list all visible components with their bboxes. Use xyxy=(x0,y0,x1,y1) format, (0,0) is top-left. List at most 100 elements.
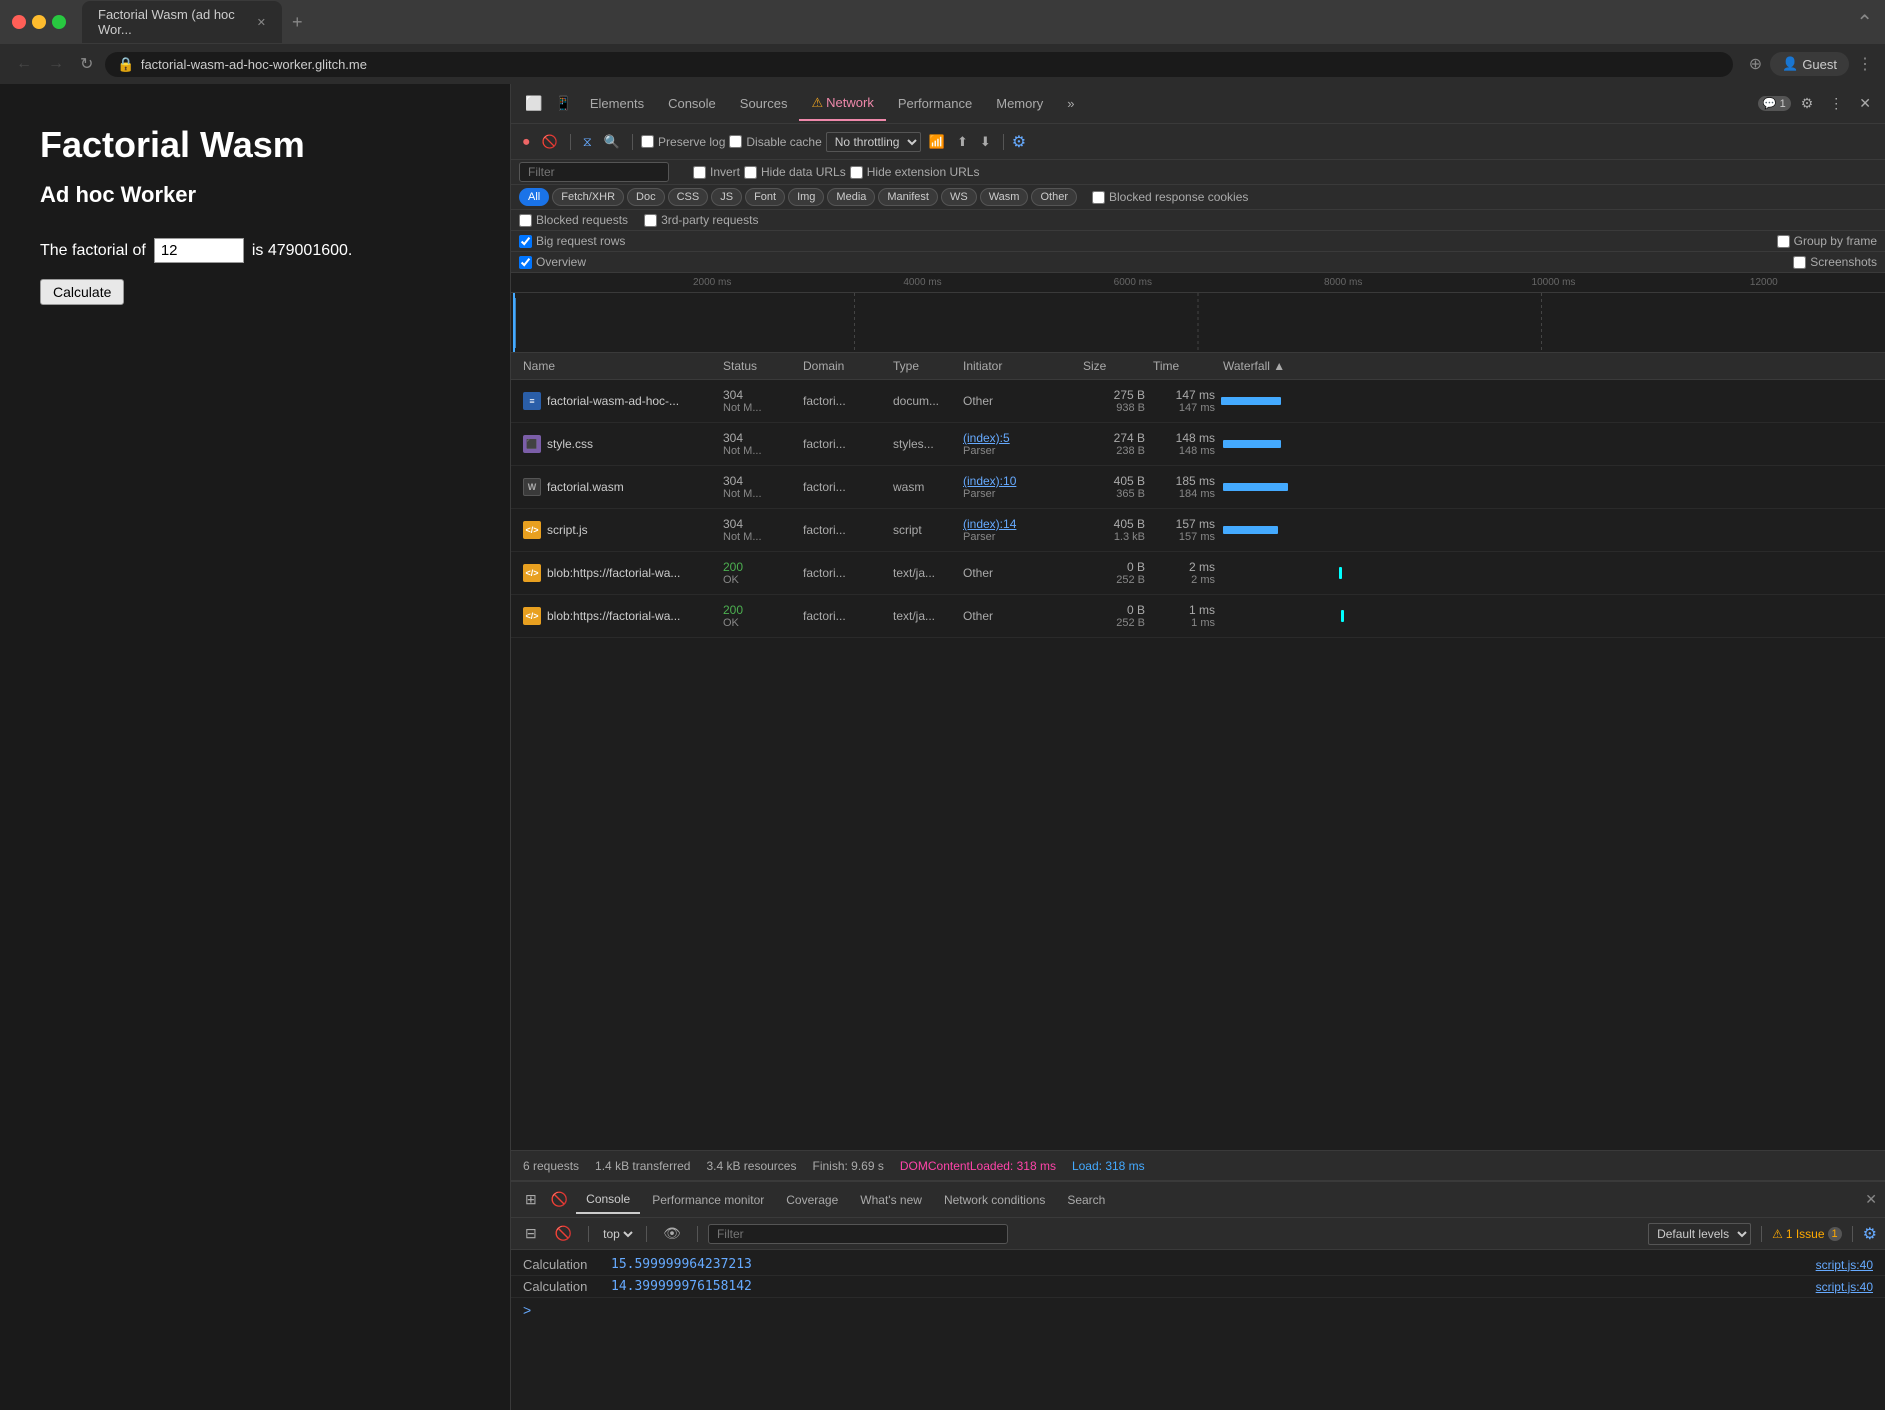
group-by-frame-checkbox[interactable]: Group by frame xyxy=(1777,234,1877,248)
filter-tag-manifest[interactable]: Manifest xyxy=(878,188,938,206)
tab-network[interactable]: ⚠Network xyxy=(799,87,885,121)
filter-tag-other[interactable]: Other xyxy=(1031,188,1077,206)
devtools-device-icon[interactable]: 📱 xyxy=(548,91,577,116)
reload-button[interactable]: ↻ xyxy=(76,52,97,76)
tab-bar: Factorial Wasm (ad hoc Wor... ✕ + xyxy=(82,1,1848,43)
console-tab-network-conditions[interactable]: Network conditions xyxy=(934,1187,1055,1213)
third-party-checkbox[interactable]: 3rd-party requests xyxy=(644,213,758,227)
console-clear-icon[interactable]: 🚫 xyxy=(545,1187,574,1212)
more-menu-button[interactable]: ⋮ xyxy=(1857,54,1873,74)
tab-more[interactable]: » xyxy=(1055,88,1086,119)
console-file-1[interactable]: script.js:40 xyxy=(1816,1258,1873,1272)
console-panel-close[interactable]: ✕ xyxy=(1865,1191,1877,1208)
search-icon[interactable]: 🔍 xyxy=(600,132,624,152)
preserve-log-checkbox[interactable]: Preserve log xyxy=(641,135,725,149)
new-tab-button[interactable]: + xyxy=(286,10,309,35)
filter-tag-ws[interactable]: WS xyxy=(941,188,977,206)
forward-button[interactable]: → xyxy=(44,53,68,75)
devtools-close-icon[interactable]: ✕ xyxy=(1853,91,1877,116)
col-waterfall[interactable]: Waterfall ▲ xyxy=(1219,357,1877,375)
cell-domain-2: factori... xyxy=(799,435,889,453)
console-filter-input[interactable] xyxy=(708,1224,1008,1244)
col-name[interactable]: Name xyxy=(519,357,719,375)
table-row[interactable]: ⬛ style.css 304 Not M... factori... styl… xyxy=(511,423,1885,466)
filter-tag-img[interactable]: Img xyxy=(788,188,824,206)
table-row[interactable]: </> blob:https://factorial-wa... 200 OK … xyxy=(511,552,1885,595)
console-tab-console[interactable]: Console xyxy=(576,1186,640,1214)
filter-tag-doc[interactable]: Doc xyxy=(627,188,665,206)
col-domain[interactable]: Domain xyxy=(799,357,889,375)
throttle-select[interactable]: No throttling Fast 3G Slow 3G Offline xyxy=(826,132,921,152)
hide-data-urls-checkbox[interactable]: Hide data URLs xyxy=(744,165,846,179)
window-minimize-icon[interactable]: ⌃ xyxy=(1856,10,1873,35)
blocked-requests-checkbox[interactable]: Blocked requests xyxy=(519,213,628,227)
table-row[interactable]: </> script.js 304 Not M... factori... sc… xyxy=(511,509,1885,552)
overview-checkbox[interactable]: Overview xyxy=(519,255,586,269)
devtools-panel: ⬜ 📱 Elements Console Sources ⚠Network Pe… xyxy=(510,84,1885,1410)
close-button[interactable] xyxy=(12,15,26,29)
filter-input[interactable] xyxy=(519,162,669,182)
devtools-settings-icon[interactable]: ⚙ xyxy=(1795,91,1820,116)
calculate-button[interactable]: Calculate xyxy=(40,279,124,305)
context-select[interactable]: top xyxy=(599,1226,636,1242)
col-status[interactable]: Status xyxy=(719,357,799,375)
default-levels-select[interactable]: Default levels xyxy=(1648,1223,1751,1245)
disable-cache-checkbox[interactable]: Disable cache xyxy=(729,135,821,149)
devtools-more-icon[interactable]: ⋮ xyxy=(1823,91,1849,116)
filter-tag-wasm[interactable]: Wasm xyxy=(980,188,1029,206)
record-button[interactable]: ⏺ xyxy=(519,132,534,152)
filter-tag-fetch[interactable]: Fetch/XHR xyxy=(552,188,624,206)
console-tab-perf-monitor[interactable]: Performance monitor xyxy=(642,1187,774,1213)
col-size[interactable]: Size xyxy=(1079,357,1149,375)
invert-checkbox[interactable]: Invert xyxy=(693,165,740,179)
filter-tag-font[interactable]: Font xyxy=(745,188,785,206)
screenshots-checkbox[interactable]: Screenshots xyxy=(1793,255,1877,269)
console-clear-btn[interactable]: 🚫 xyxy=(549,1221,578,1246)
tab-sources[interactable]: Sources xyxy=(728,88,800,119)
export-icon[interactable]: ⬇ xyxy=(976,132,995,152)
filter-tag-all[interactable]: All xyxy=(519,188,549,206)
tab-close-icon[interactable]: ✕ xyxy=(257,16,266,29)
browser-tab[interactable]: Factorial Wasm (ad hoc Wor... ✕ xyxy=(82,1,282,43)
col-initiator[interactable]: Initiator xyxy=(959,357,1079,375)
tab-elements[interactable]: Elements xyxy=(578,88,656,119)
console-sidebar-icon[interactable]: ⊟ xyxy=(519,1221,543,1246)
import-icon[interactable]: ⬆ xyxy=(953,132,972,152)
guest-button[interactable]: 👤 Guest xyxy=(1770,52,1849,76)
table-row[interactable]: </> blob:https://factorial-wa... 200 OK … xyxy=(511,595,1885,638)
devtools-tab-bar: ⬜ 📱 Elements Console Sources ⚠Network Pe… xyxy=(511,84,1885,124)
console-tab-search[interactable]: Search xyxy=(1057,1187,1115,1213)
console-file-2[interactable]: script.js:40 xyxy=(1816,1280,1873,1294)
col-time[interactable]: Time xyxy=(1149,357,1219,375)
clear-button[interactable]: 🚫 xyxy=(538,132,562,152)
maximize-button[interactable] xyxy=(52,15,66,29)
hide-ext-urls-checkbox[interactable]: Hide extension URLs xyxy=(850,165,980,179)
network-settings-icon[interactable]: ⚙ xyxy=(1012,132,1026,152)
back-button[interactable]: ← xyxy=(12,53,36,75)
console-settings-icon[interactable]: ⚙ xyxy=(1863,1224,1877,1244)
console-tab-whats-new[interactable]: What's new xyxy=(850,1187,932,1213)
tab-performance[interactable]: Performance xyxy=(886,88,984,119)
big-rows-checkbox[interactable]: Big request rows xyxy=(519,234,625,248)
minimize-button[interactable] xyxy=(32,15,46,29)
filter-tag-css[interactable]: CSS xyxy=(668,188,709,206)
devtools-inspect-icon[interactable]: ⬜ xyxy=(519,91,548,116)
console-panel-icon[interactable]: ⊞ xyxy=(519,1187,543,1212)
network-conditions-icon[interactable]: 📶 xyxy=(925,132,949,152)
factorial-input[interactable] xyxy=(154,238,244,263)
filter-icon[interactable]: ⧖ xyxy=(579,132,596,152)
tab-memory[interactable]: Memory xyxy=(984,88,1055,119)
dom-content-loaded: DOMContentLoaded: 318 ms xyxy=(900,1159,1056,1173)
timeline-graph[interactable] xyxy=(511,293,1885,353)
console-tab-coverage[interactable]: Coverage xyxy=(776,1187,848,1213)
col-type[interactable]: Type xyxy=(889,357,959,375)
eye-icon[interactable]: 👁 xyxy=(657,1221,687,1246)
blocked-cookies-checkbox[interactable]: Blocked response cookies xyxy=(1092,190,1248,204)
filter-tag-js[interactable]: JS xyxy=(711,188,742,206)
tab-console[interactable]: Console xyxy=(656,88,728,119)
table-row[interactable]: ≡ factorial-wasm-ad-hoc-... 304 Not M...… xyxy=(511,380,1885,423)
table-row[interactable]: W factorial.wasm 304 Not M... factori...… xyxy=(511,466,1885,509)
address-bar[interactable]: 🔒 factorial-wasm-ad-hoc-worker.glitch.me xyxy=(105,52,1732,77)
filter-tag-media[interactable]: Media xyxy=(827,188,875,206)
console-prompt[interactable]: > xyxy=(511,1298,1885,1322)
